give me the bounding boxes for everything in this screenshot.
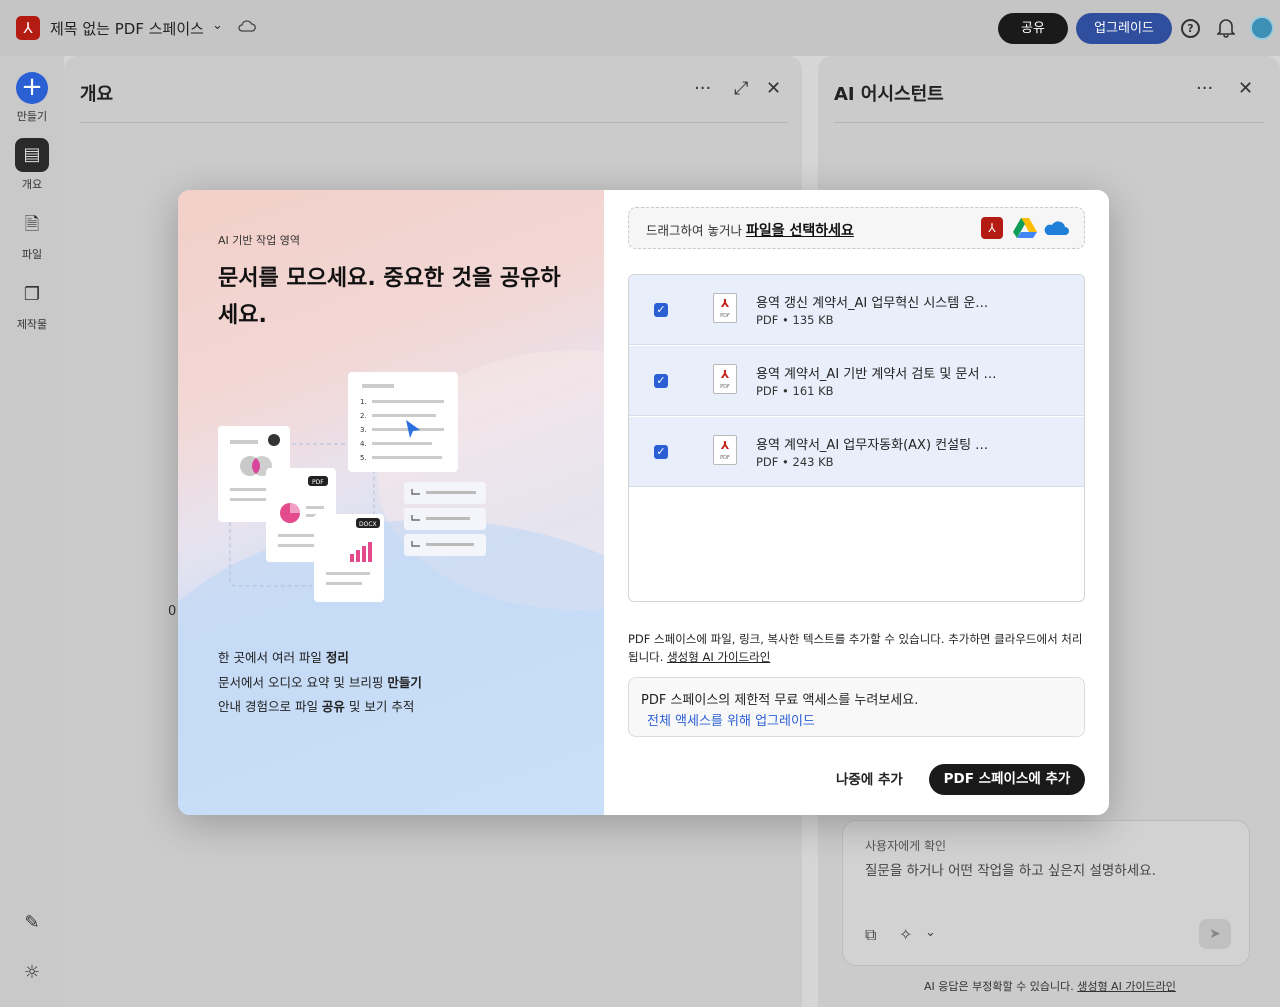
overview-icon: ▤ <box>15 138 49 172</box>
chat-input-box[interactable]: 사용자에게 확인 질문을 하거나 어떤 작업을 하고 싶은지 설명하세요. ⧉ … <box>842 820 1250 966</box>
feature-list: 한 곳에서 여러 파일 정리 문서에서 오디오 요약 및 브리핑 만들기 안내 … <box>218 646 422 720</box>
upgrade-promo: PDF 스페이스의 제한적 무료 액세스를 누려보세요. 전체 액세스를 위해 … <box>628 677 1085 737</box>
space-title[interactable]: 제목 없는 PDF 스페이스 <box>50 18 204 39</box>
chat-input[interactable]: 질문을 하거나 어떤 작업을 하고 싶은지 설명하세요. <box>865 859 1156 879</box>
chevron-down-icon[interactable]: ⌄ <box>925 925 936 940</box>
cloud-icon <box>238 20 256 32</box>
file-row[interactable]: ✓ ⅄ PDF 용역 갱신 계약서_AI 업무혁신 시스템 운… PDF • 13… <box>629 275 1084 345</box>
add-file-icon[interactable]: ⧉ <box>865 925 876 945</box>
file-row[interactable]: ✓ ⅄ PDF 용역 계약서_AI 업무자동화(AX) 컨설팅 … PDF • 2… <box>629 417 1084 487</box>
nav-create[interactable]: + 만들기 <box>0 72 64 124</box>
file-meta: PDF • 243 KB <box>756 455 834 469</box>
nav-create-label: 만들기 <box>16 110 48 123</box>
acrobat-logo-icon[interactable]: ⅄ <box>16 16 40 40</box>
list-number: 3. <box>360 426 367 434</box>
left-nav: + 만들기 ▤ 개요 🗎 파일 ❐ 제작물 ✎ ☼ <box>0 56 64 1007</box>
list-number: 2. <box>360 412 367 420</box>
file-name: 용역 계약서_AI 기반 계약서 검토 및 문서 … <box>756 367 997 382</box>
help-icon[interactable]: ? <box>1181 19 1200 38</box>
file-meta: PDF • 135 KB <box>756 313 834 327</box>
modal-promo-panel: AI 기반 작업 영역 문서를 모으세요. 중요한 것을 공유하세요. PDF … <box>178 190 778 815</box>
pdf-file-icon: ⅄ PDF <box>713 293 737 323</box>
pdf-file-icon: ⅄ PDF <box>713 435 737 465</box>
file-meta: PDF • 161 KB <box>756 384 834 398</box>
feature-item: 한 곳에서 여러 파일 정리 <box>218 650 349 665</box>
share-button[interactable]: 공유 <box>998 13 1068 44</box>
file-row[interactable]: ✓ ⅄ PDF 용역 계약서_AI 기반 계약서 검토 및 문서 … PDF • … <box>629 346 1084 416</box>
pdf-tag: PDF <box>312 479 324 486</box>
info-text: PDF 스페이스에 파일, 링크, 복사한 텍스트를 추가할 수 있습니다. 추… <box>628 632 1083 664</box>
nav-files[interactable]: 🗎 파일 <box>0 208 64 262</box>
genai-guidelines-link[interactable]: 생성형 AI 가이드라인 <box>667 650 770 664</box>
sparkle-icon[interactable]: ✧ <box>899 925 912 944</box>
onedrive-icon[interactable] <box>1043 220 1069 236</box>
modal-file-panel: 드래그하여 놓거나 파일을 선택하세요 ⅄ ✓ ⅄ PDF 용역 갱신 계약서_A… <box>604 190 1109 815</box>
nav-outputs-label: 제작물 <box>16 318 48 331</box>
expand-icon[interactable]: ⤢ <box>734 78 748 99</box>
file-checkbox[interactable]: ✓ <box>654 445 668 459</box>
plus-icon: + <box>16 72 48 104</box>
file-name: 용역 계약서_AI 업무자동화(AX) 컨설팅 … <box>756 438 989 453</box>
acrobat-source-icon[interactable]: ⅄ <box>981 217 1003 239</box>
add-later-button[interactable]: 나중에 추가 <box>836 768 903 788</box>
divider <box>834 122 1264 123</box>
list-number: 5. <box>360 454 367 462</box>
avatar[interactable] <box>1250 16 1274 40</box>
zero-label: 0 <box>168 604 177 619</box>
nav-overview[interactable]: ▤ 개요 <box>0 138 64 192</box>
feature-item: 안내 경험으로 파일 공유 및 보기 추적 <box>218 699 415 714</box>
dropzone-text: 드래그하여 놓거나 파일을 선택하세요 <box>646 223 854 239</box>
nav-outputs[interactable]: ❐ 제작물 <box>0 278 64 332</box>
top-bar: ⅄ 제목 없는 PDF 스페이스 ⌄ 공유 업그레이드 ? <box>0 0 1280 56</box>
docx-tag: DOCX <box>359 521 377 528</box>
list-number: 1. <box>360 398 367 406</box>
more-options-icon[interactable]: ··· <box>1196 78 1213 99</box>
ai-assistant-title: AI 어시스턴트 <box>834 84 944 105</box>
file-icon: 🗎 <box>24 214 40 235</box>
upgrade-button[interactable]: 업그레이드 <box>1076 13 1172 44</box>
list-number: 4. <box>360 440 367 448</box>
upgrade-link[interactable]: 전체 액세스를 위해 업그레이드 <box>647 710 815 729</box>
close-icon[interactable]: ✕ <box>766 78 781 99</box>
google-drive-icon[interactable] <box>1013 217 1037 239</box>
documents-illustration: PDF DOCX 1. 2. 3. 4. 5. <box>218 372 486 602</box>
file-list: ✓ ⅄ PDF 용역 갱신 계약서_AI 업무혁신 시스템 운… PDF • 13… <box>628 274 1085 602</box>
file-dropzone[interactable]: 드래그하여 놓거나 파일을 선택하세요 ⅄ <box>628 207 1085 249</box>
chevron-down-icon[interactable]: ⌄ <box>212 18 223 33</box>
add-files-modal: AI 기반 작업 영역 문서를 모으세요. 중요한 것을 공유하세요. PDF … <box>178 190 1109 815</box>
divider <box>80 122 788 123</box>
bell-icon[interactable] <box>1217 18 1235 38</box>
send-button[interactable]: ➤ <box>1199 919 1231 949</box>
modal-headline: 문서를 모으세요. 중요한 것을 공유하세요. <box>218 266 561 328</box>
genai-guidelines-link[interactable]: 생성형 AI 가이드라인 <box>1077 980 1176 993</box>
chat-label: 사용자에게 확인 <box>865 839 947 853</box>
magic-icon[interactable]: ✎ <box>20 912 44 936</box>
nav-files-label: 파일 <box>21 248 43 261</box>
disclaimer-text: AI 응답은 부정확할 수 있습니다. <box>924 980 1074 993</box>
file-checkbox[interactable]: ✓ <box>654 303 668 317</box>
file-checkbox[interactable]: ✓ <box>654 374 668 388</box>
ai-disclaimer: AI 응답은 부정확할 수 있습니다. 생성형 AI 가이드라인 <box>924 978 1176 994</box>
modal-eyebrow: AI 기반 작업 영역 <box>218 234 300 247</box>
overview-panel-title: 개요 <box>80 84 114 105</box>
outputs-icon: ❐ <box>23 284 41 305</box>
select-file-link[interactable]: 파일을 선택하세요 <box>746 223 854 239</box>
add-to-space-button[interactable]: PDF 스페이스에 추가 <box>929 764 1085 795</box>
feature-item: 문서에서 오디오 요약 및 브리핑 만들기 <box>218 674 422 690</box>
close-icon[interactable]: ✕ <box>1238 78 1253 99</box>
nav-overview-label: 개요 <box>21 178 43 191</box>
promo-text: PDF 스페이스의 제한적 무료 액세스를 누려보세요. <box>641 693 919 708</box>
lightbulb-icon[interactable]: ☼ <box>20 962 44 986</box>
file-name: 용역 갱신 계약서_AI 업무혁신 시스템 운… <box>756 296 989 311</box>
pdf-file-icon: ⅄ PDF <box>713 364 737 394</box>
more-options-icon[interactable]: ··· <box>694 78 711 99</box>
